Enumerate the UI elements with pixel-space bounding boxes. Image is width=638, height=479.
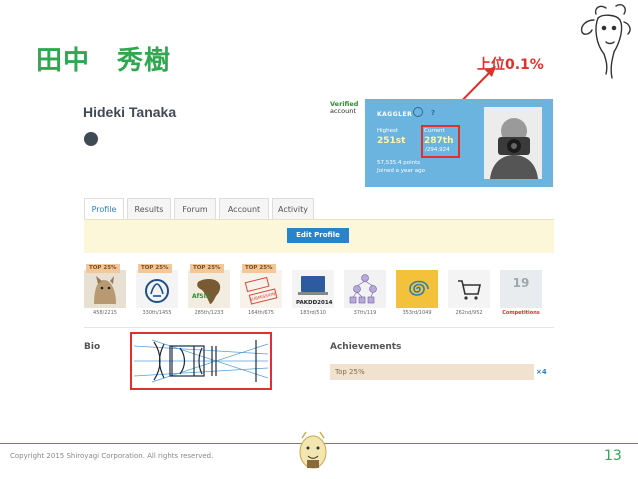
page-number: 13 <box>604 448 622 464</box>
competition-badge: TOP 25% <box>86 264 120 273</box>
achievements-label: Achievements <box>330 342 402 352</box>
highest-label: Highest <box>377 128 399 134</box>
goat-logo-icon <box>580 4 631 79</box>
competition-rank: 262nd/952 <box>455 310 483 316</box>
competitions-count: 19 <box>512 276 530 290</box>
spiral-icon <box>396 270 438 308</box>
competition-tile[interactable]: AfSIS TOP 25% 285th/1233 <box>188 264 230 324</box>
competition-badge: TOP 25% <box>190 264 224 273</box>
bio-highlight-box <box>130 332 272 390</box>
competition-rank: 353rd/1049 <box>402 310 432 316</box>
tab-forum[interactable]: Forum <box>174 198 216 220</box>
tab-account[interactable]: Account <box>219 198 269 220</box>
avatar <box>484 107 542 179</box>
competition-list: TOP 25% 458/2215 TOP 25% 330th/1455 AfSI… <box>84 264 558 324</box>
profile-name: Hideki Tanaka <box>83 104 177 120</box>
competition-rank: 285th/1233 <box>194 310 224 316</box>
svg-text:PAKDD2014: PAKDD2014 <box>296 300 333 306</box>
twitter-icon[interactable] <box>84 132 98 146</box>
allstate-logo-icon <box>136 270 178 308</box>
competitions-link[interactable]: Competitions <box>500 310 542 316</box>
tree-diagram-icon <box>344 270 386 308</box>
competition-tile[interactable]: TOP 25% 458/2215 <box>84 264 126 324</box>
achievement-bar: Top 25% <box>330 364 534 380</box>
help-icon[interactable]: ? <box>431 109 435 117</box>
tab-profile[interactable]: Profile <box>84 198 124 220</box>
competition-tile[interactable]: PAKDD2014 183rd/510 <box>292 264 334 324</box>
kaggler-label: KAGGLER <box>377 111 413 118</box>
stamp-image-icon: SUBMISSION <box>240 270 282 308</box>
kaggler-card: KAGGLER ? Highest 251st Current 287th /2… <box>365 99 553 187</box>
competition-rank: 164th/675 <box>248 310 274 316</box>
competition-badge: TOP 25% <box>242 264 276 273</box>
competition-tile[interactable]: SUBMISSION TOP 25% 164th/675 <box>240 264 282 324</box>
competition-rank: 183rd/510 <box>300 310 326 316</box>
competitions-total[interactable]: 19 Competitions <box>500 264 542 324</box>
copyright: Copyright 2015 Shiroyagi Corporation. Al… <box>10 452 214 460</box>
slide-title: 田中 秀樹 <box>36 46 172 76</box>
competition-rank: 458/2215 <box>93 310 117 316</box>
bio-label: Bio <box>84 342 101 352</box>
svg-text:AfSIS: AfSIS <box>192 293 210 300</box>
kaggler-logo-icon <box>413 107 423 117</box>
shopping-cart-icon <box>448 270 490 308</box>
kaggle-profile-screenshot: Hideki Tanaka Verified account KAGGLER ?… <box>80 96 558 394</box>
points: 57,535.4 points <box>377 160 421 166</box>
joined-date: Joined a year ago <box>377 168 425 174</box>
edit-profile-button[interactable]: Edit Profile <box>287 228 349 243</box>
cat-image-icon <box>84 270 126 308</box>
competition-rank: 37th/119 <box>353 310 377 316</box>
mascot-icon <box>299 431 327 469</box>
section-divider <box>84 327 554 328</box>
laptop-icon: PAKDD2014 <box>292 270 334 308</box>
competition-tile[interactable]: 37th/119 <box>344 264 386 324</box>
tab-results[interactable]: Results <box>127 198 171 220</box>
achievement-multiplier: ×4 <box>536 368 547 376</box>
africa-map-icon: AfSIS <box>188 270 230 308</box>
competition-tile[interactable]: 353rd/1049 <box>396 264 438 324</box>
rank-highlight-box <box>421 125 460 158</box>
competition-tile[interactable]: TOP 25% 330th/1455 <box>136 264 178 324</box>
edit-profile-strip: Edit Profile <box>84 219 554 253</box>
competition-rank: 330th/1455 <box>142 310 172 316</box>
verified-account-label: Verified account <box>330 100 359 115</box>
competition-badge: TOP 25% <box>138 264 172 273</box>
tab-activity[interactable]: Activity <box>272 198 314 220</box>
competition-tile[interactable]: 262nd/952 <box>448 264 490 324</box>
rank-note: 上位0.1% <box>477 57 544 73</box>
highest-rank: 251st <box>377 136 406 146</box>
optics-diagram-icon <box>133 339 269 383</box>
